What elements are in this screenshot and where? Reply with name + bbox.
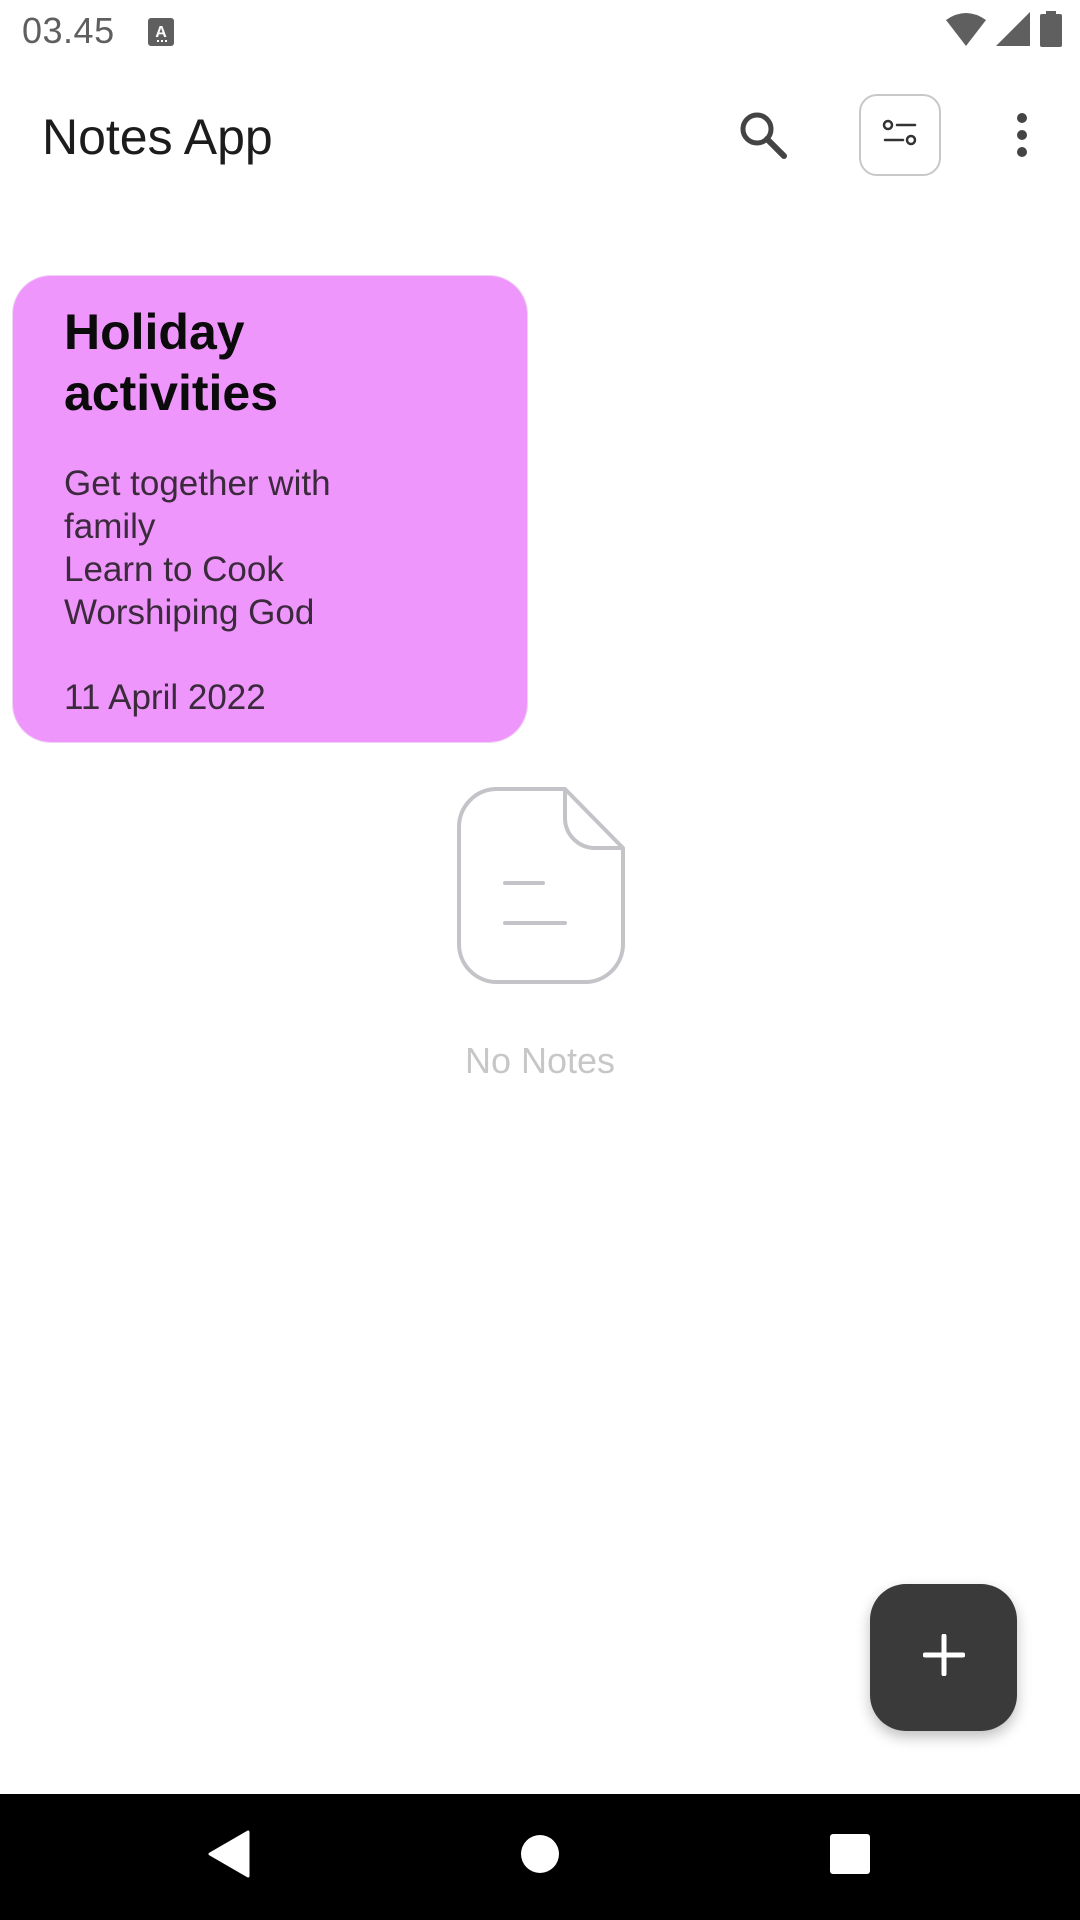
note-body-line: family <box>64 507 156 546</box>
search-icon <box>737 109 789 166</box>
note-body: Get together with family Learn to Cook W… <box>64 462 364 634</box>
note-body-line: Get together with <box>64 464 331 503</box>
system-nav-bar <box>0 1794 1080 1920</box>
wifi-icon <box>946 12 986 51</box>
note-card[interactable]: Holiday activities Get together with fam… <box>13 276 527 742</box>
add-note-button[interactable] <box>870 1584 1017 1731</box>
battery-icon <box>1040 10 1062 52</box>
more-options-button[interactable] <box>1000 98 1044 176</box>
note-body-line: Worshiping God <box>64 593 315 632</box>
recents-button[interactable] <box>818 1824 882 1888</box>
note-body-line: Learn to Cook <box>64 550 284 589</box>
status-bar: 03.45 A <box>0 0 1080 62</box>
document-icon <box>455 786 627 986</box>
status-time: 03.45 <box>22 10 115 51</box>
keyboard-a-icon: A <box>148 18 174 46</box>
app-bar: Notes App <box>0 62 1080 212</box>
empty-state-text: No Notes <box>464 1040 616 1081</box>
back-button[interactable] <box>196 1824 260 1888</box>
more-vert-icon <box>1015 112 1029 163</box>
filter-icon <box>882 118 918 153</box>
status-icons <box>946 10 1062 52</box>
note-title: Holiday activities <box>64 304 279 421</box>
search-button[interactable] <box>724 98 802 176</box>
home-button[interactable] <box>508 1824 572 1888</box>
note-date: 11 April 2022 <box>64 678 266 717</box>
home-icon <box>520 1834 560 1879</box>
svg-text:A: A <box>155 24 167 41</box>
plus-icon <box>922 1633 965 1681</box>
recents-icon <box>830 1833 870 1879</box>
filter-button[interactable] <box>859 94 941 176</box>
page-title: Notes App <box>42 109 273 165</box>
signal-icon <box>996 11 1030 51</box>
back-icon <box>206 1830 250 1883</box>
